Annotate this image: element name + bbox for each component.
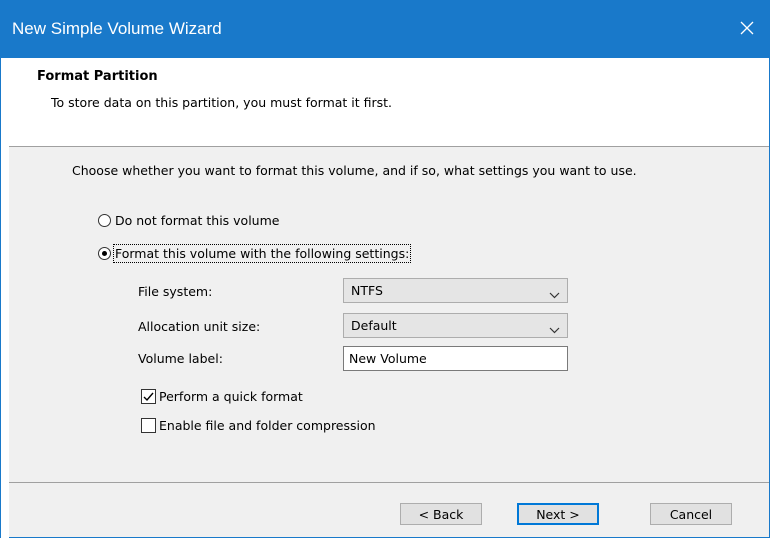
quick-format-label: Perform a quick format (159, 389, 303, 404)
back-button[interactable]: < Back (400, 503, 482, 525)
quick-format-checkbox-row[interactable]: Perform a quick format (141, 389, 303, 404)
close-icon (740, 21, 754, 39)
radio-do-not-format[interactable]: Do not format this volume (98, 213, 279, 228)
compression-label: Enable file and folder compression (159, 418, 376, 433)
page-header: Format Partition To store data on this p… (9, 58, 769, 147)
radio-button-unselected[interactable] (98, 214, 111, 227)
title-bar[interactable]: New Simple Volume Wizard (1, 1, 769, 58)
wizard-window: New Simple Volume Wizard Format Partitio… (0, 0, 770, 538)
allocation-unit-label: Allocation unit size: (138, 319, 261, 334)
cancel-button[interactable]: Cancel (650, 503, 732, 525)
chevron-down-icon (549, 287, 560, 302)
left-strip (1, 58, 9, 538)
radio-format-label: Format this volume with the following se… (112, 244, 412, 263)
allocation-unit-dropdown[interactable]: Default (343, 313, 568, 338)
allocation-unit-value: Default (351, 318, 397, 333)
volume-label-value: New Volume (349, 351, 427, 366)
chevron-down-icon (549, 322, 560, 337)
instructions-text: Choose whether you want to format this v… (72, 163, 637, 178)
compression-checkbox-row[interactable]: Enable file and folder compression (141, 418, 376, 433)
file-system-label: File system: (138, 284, 213, 299)
quick-format-checkbox[interactable] (141, 389, 156, 404)
volume-label-input[interactable]: New Volume (343, 346, 568, 371)
radio-format-with-settings[interactable]: Format this volume with the following se… (98, 244, 412, 263)
cancel-button-label: Cancel (669, 506, 713, 522)
volume-label-label: Volume label: (138, 351, 223, 366)
file-system-value: NTFS (351, 283, 383, 298)
next-button[interactable]: Next > (517, 503, 599, 525)
radio-do-not-format-label: Do not format this volume (115, 213, 280, 228)
close-button[interactable] (725, 1, 769, 58)
file-system-dropdown[interactable]: NTFS (343, 278, 568, 303)
next-button-label: Next > (536, 506, 580, 522)
back-button-label: < Back (418, 506, 464, 522)
compression-checkbox[interactable] (141, 418, 156, 433)
radio-button-selected[interactable] (98, 247, 111, 260)
checkmark-icon (143, 392, 154, 402)
window-title: New Simple Volume Wizard (12, 19, 222, 38)
footer-divider (9, 482, 769, 483)
page-subtitle: To store data on this partition, you mus… (51, 95, 393, 110)
page-title: Format Partition (37, 69, 158, 84)
